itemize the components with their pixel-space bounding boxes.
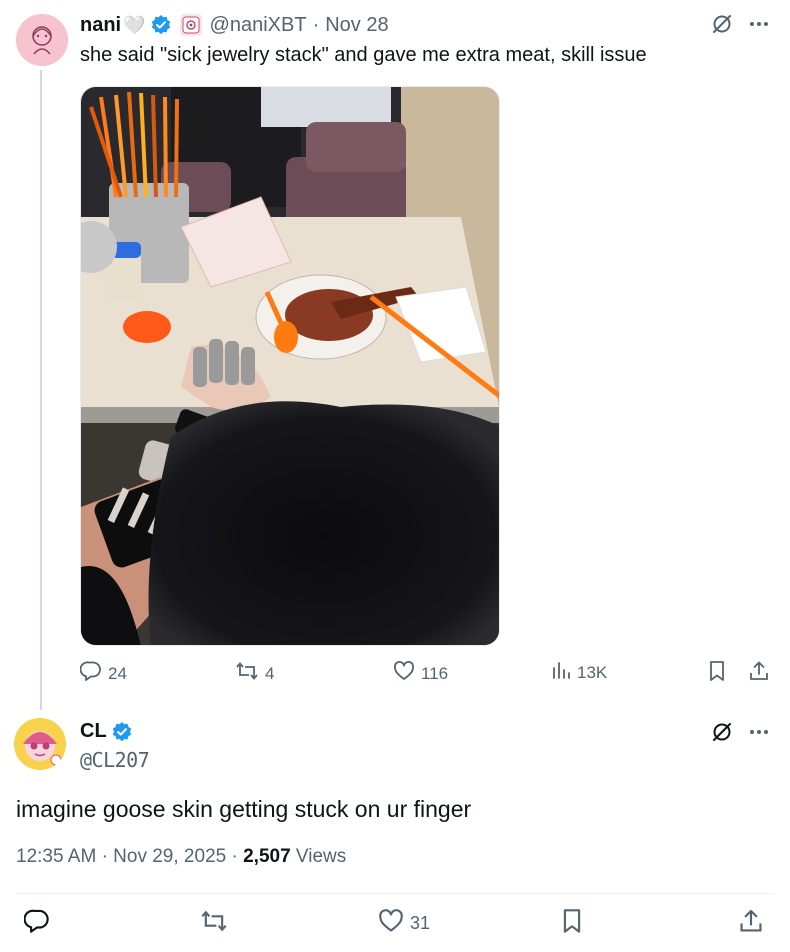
more-icon[interactable]	[748, 721, 770, 748]
separator: ·	[312, 13, 320, 36]
divider	[16, 893, 774, 894]
tweet-header: nani 🤍 @naniXBT · Nov 28	[80, 12, 389, 38]
bookmark-button[interactable]	[560, 908, 584, 939]
verified-icon	[111, 721, 133, 743]
reply-meta: 12:35 AM · Nov 29, 2025 · 2,507 Views	[16, 846, 347, 867]
reply-button[interactable]: 24	[79, 660, 127, 687]
grok-icon[interactable]	[710, 720, 734, 749]
views-count: 13K	[577, 662, 608, 682]
reply-display-name[interactable]: CL	[80, 720, 107, 743]
repost-icon	[200, 908, 228, 939]
repost-count: 4	[265, 663, 275, 683]
reply-header: CL	[80, 720, 133, 743]
tweet-actions: 24 4 116 13K	[79, 660, 775, 690]
thread-line	[40, 70, 42, 710]
share-button[interactable]	[738, 908, 764, 939]
reply-like-count: 31	[410, 913, 431, 933]
display-name[interactable]: nani	[80, 14, 121, 37]
reply-views-label: Views	[295, 846, 347, 867]
reply-avatar[interactable]	[14, 718, 66, 770]
tweet-top-actions	[710, 12, 770, 41]
like-count: 116	[421, 663, 449, 683]
share-icon	[738, 908, 764, 939]
views-button[interactable]: 13K	[551, 660, 607, 685]
bookmark-button[interactable]	[707, 660, 727, 687]
reply-button[interactable]	[23, 908, 50, 939]
views-icon	[551, 660, 571, 685]
share-icon	[748, 660, 770, 687]
repost-icon	[235, 660, 259, 687]
tweet-date[interactable]: Nov 28	[325, 14, 388, 37]
reply-count: 24	[108, 663, 127, 683]
reply-icon	[79, 660, 102, 687]
reply-handle[interactable]: @CL207	[80, 748, 150, 772]
reply-time[interactable]: 12:35 AM	[16, 846, 96, 867]
bookmark-icon	[707, 660, 727, 687]
white-heart-emoji: 🤍	[123, 14, 146, 35]
like-button[interactable]: 116	[393, 660, 448, 687]
reply-icon	[23, 908, 50, 939]
repost-button[interactable]: 4	[235, 660, 274, 687]
tweet-text: she said "sick jewelry stack" and gave m…	[80, 44, 647, 66]
like-icon	[378, 908, 404, 939]
tweet-photo[interactable]	[80, 86, 500, 646]
more-icon[interactable]	[748, 13, 770, 40]
affiliate-badge-icon[interactable]	[179, 14, 202, 36]
reply-views-count: 2,507	[243, 846, 291, 867]
reply-text: imagine goose skin getting stuck on ur f…	[16, 796, 472, 822]
handle[interactable]: @naniXBT	[210, 14, 307, 37]
like-icon	[393, 660, 415, 687]
repost-button[interactable]	[200, 908, 228, 939]
reply-date[interactable]: Nov 29, 2025	[113, 846, 226, 867]
reply-actions: 31	[16, 908, 774, 942]
bookmark-icon	[560, 908, 584, 939]
like-button[interactable]: 31	[378, 908, 430, 939]
verified-icon	[150, 14, 172, 36]
share-button[interactable]	[748, 660, 770, 687]
avatar[interactable]	[16, 14, 68, 66]
reply-top-actions	[710, 720, 770, 749]
grok-icon[interactable]	[710, 12, 734, 41]
